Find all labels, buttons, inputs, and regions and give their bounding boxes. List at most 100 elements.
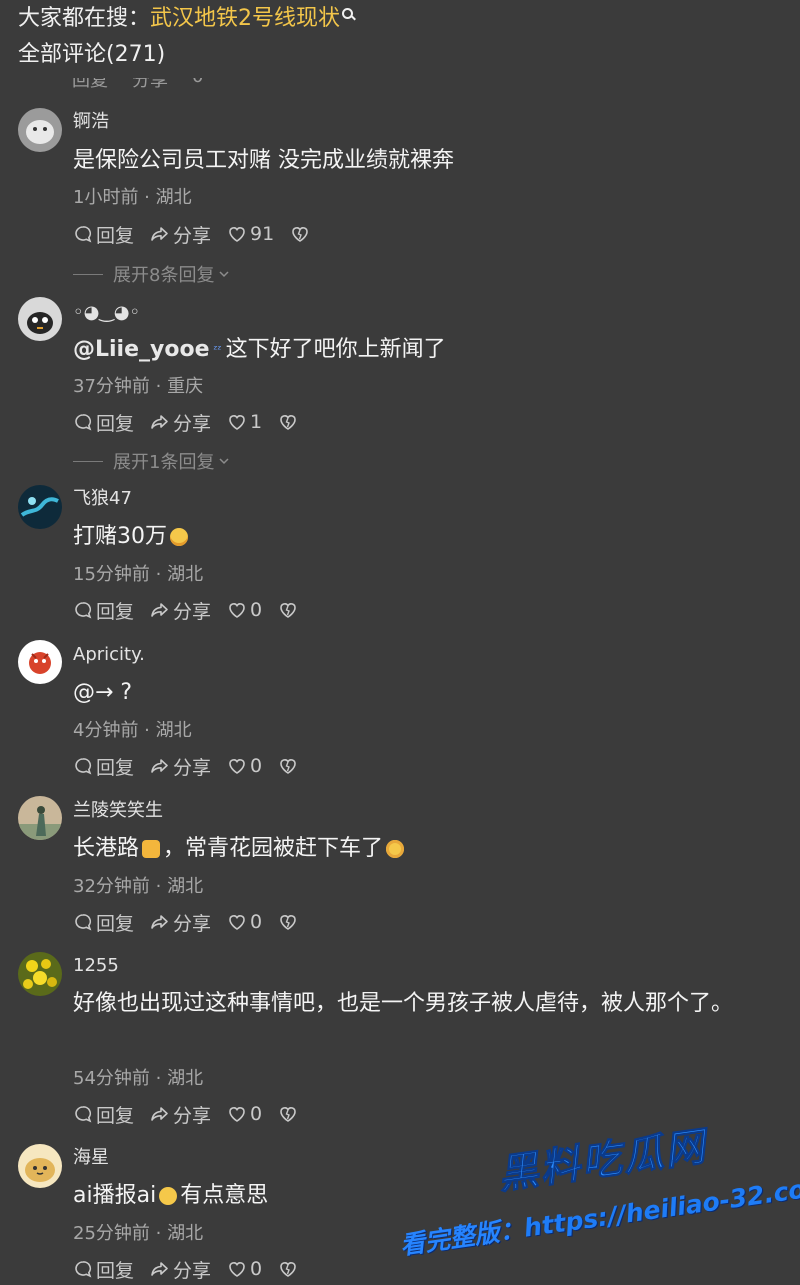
smile-emoji-icon — [159, 1187, 178, 1205]
expand-replies-label: 展开1条回复 — [113, 452, 215, 473]
mention-link[interactable]: @Liie_yooe — [73, 337, 210, 362]
reply-button[interactable]: 回复 — [73, 409, 134, 436]
username[interactable]: 海星 — [73, 1146, 109, 1170]
reply-button[interactable]: 回复 — [73, 1256, 134, 1283]
reply-button[interactable]: 回复 — [73, 597, 134, 624]
avatar[interactable] — [18, 1144, 62, 1188]
like-count: 0 — [250, 755, 263, 777]
username[interactable]: Apricity. — [73, 643, 145, 667]
heart-icon — [229, 415, 245, 430]
comment-actions: 回复 分享 91 — [73, 221, 326, 247]
dislike-button[interactable] — [278, 412, 298, 432]
like-button[interactable]: 0 — [227, 599, 262, 621]
like-count: 0 — [250, 1258, 263, 1280]
comment-body: 长港路 — [73, 836, 140, 861]
dislike-button[interactable] — [278, 756, 298, 776]
like-button[interactable]: 1 — [227, 411, 262, 433]
comment-text: 打赌30万 — [73, 518, 778, 556]
username[interactable]: 飞狼47 — [73, 487, 132, 511]
comment-bubble-icon — [75, 758, 92, 775]
sleep-icon: ᶻᶻ — [213, 343, 222, 356]
share-label: 分享 — [173, 756, 212, 779]
broken-heart-icon — [280, 1262, 296, 1277]
comment-bubble-icon — [75, 414, 92, 431]
comment-actions: 回复 分享 0 — [73, 1256, 314, 1282]
reply-label: 回复 — [96, 1259, 135, 1282]
trending-search-query[interactable]: 武汉地铁2号线现状 — [150, 6, 340, 31]
dislike-button[interactable] — [278, 1104, 298, 1124]
sweat-smile-emoji-icon — [170, 528, 188, 546]
broken-heart-icon — [280, 759, 296, 774]
avatar[interactable] — [18, 297, 62, 341]
comment-actions: 回复 分享 1 — [73, 409, 314, 435]
reply-button[interactable]: 回复 — [73, 909, 134, 936]
divider-line — [73, 273, 103, 275]
chevron-down-icon — [219, 271, 229, 278]
share-label: 分享 — [173, 912, 212, 935]
like-button[interactable]: 0 — [227, 911, 262, 933]
avatar[interactable] — [18, 640, 62, 684]
heart-icon — [229, 1262, 245, 1277]
comment-meta: 25分钟前 · 湖北 — [73, 1223, 204, 1244]
reply-label: 回复 — [96, 412, 135, 435]
comment-bubble-icon — [75, 1261, 92, 1278]
username[interactable]: 1255 — [73, 954, 119, 978]
expand-replies[interactable]: 展开1条回复 — [73, 449, 231, 473]
like-button[interactable]: 0 — [227, 1103, 262, 1125]
comment-actions: 回复 分享 0 — [73, 909, 314, 935]
like-count: 1 — [250, 411, 263, 433]
comment-body: 打赌30万 — [73, 524, 167, 549]
share-label: 分享 — [173, 412, 212, 435]
comment-text: 长港路 ，常青花园被赶下车了 — [73, 830, 778, 868]
reply-button[interactable]: 回复 — [73, 221, 134, 248]
reply-button[interactable]: 回复 — [73, 753, 134, 780]
share-button[interactable]: 分享 — [150, 753, 211, 780]
page-header: 大家都在搜：武汉地铁2号线现状 全部评论(271) — [0, 0, 800, 78]
share-label: 分享 — [173, 1104, 212, 1127]
like-button[interactable]: 91 — [227, 223, 274, 245]
dislike-button[interactable] — [278, 600, 298, 620]
reply-button[interactable]: 回复 — [73, 1101, 134, 1128]
avatar[interactable] — [18, 952, 62, 996]
comment-text: @→ ? — [73, 680, 133, 705]
reply-label: 回复 — [96, 600, 135, 623]
share-icon — [151, 1262, 168, 1276]
share-button[interactable]: 分享 — [150, 1101, 211, 1128]
expand-replies[interactable]: 展开8条回复 — [73, 262, 231, 286]
comment-text: ai播报ai 有点意思 — [73, 1177, 778, 1215]
comment-meta: 37分钟前 · 重庆 — [73, 376, 204, 397]
share-button[interactable]: 分享 — [150, 409, 211, 436]
comment-actions: 回复 分享 0 — [73, 753, 314, 779]
share-button[interactable]: 分享 — [150, 221, 211, 248]
like-button[interactable]: 0 — [227, 755, 262, 777]
heart-icon — [229, 759, 245, 774]
share-icon — [151, 1107, 168, 1121]
avatar[interactable] — [18, 108, 62, 152]
expand-replies-label: 展开8条回复 — [113, 265, 215, 286]
username[interactable]: 兰陵笑笑生 — [73, 799, 163, 823]
share-icon — [151, 415, 168, 429]
search-icon[interactable] — [342, 8, 356, 22]
like-button[interactable]: 0 — [227, 1258, 262, 1280]
avatar[interactable] — [18, 485, 62, 529]
broken-heart-icon — [280, 915, 296, 930]
dislike-button[interactable] — [278, 1259, 298, 1279]
comment-bubble-icon — [75, 1106, 92, 1123]
share-button[interactable]: 分享 — [150, 597, 211, 624]
trending-search[interactable]: 大家都在搜：武汉地铁2号线现状 — [18, 4, 356, 34]
like-count: 0 — [250, 1103, 263, 1125]
avatar[interactable] — [18, 796, 62, 840]
share-icon — [151, 603, 168, 617]
heart-icon — [229, 227, 245, 242]
dislike-button[interactable] — [290, 224, 310, 244]
share-button[interactable]: 分享 — [150, 1256, 211, 1283]
share-button[interactable]: 分享 — [150, 909, 211, 936]
share-icon — [151, 759, 168, 773]
username[interactable]: 锕浩 — [73, 110, 109, 134]
username[interactable]: ◦◕‿◕◦ — [73, 301, 140, 325]
comment-text: 好像也出现过这种事情吧，也是一个男孩子被人虐待，被人那个了。 — [73, 991, 734, 1016]
comment-meta: 15分钟前 · 湖北 — [73, 564, 204, 585]
reply-label: 回复 — [96, 756, 135, 779]
like-count: 0 — [250, 599, 263, 621]
dislike-button[interactable] — [278, 912, 298, 932]
